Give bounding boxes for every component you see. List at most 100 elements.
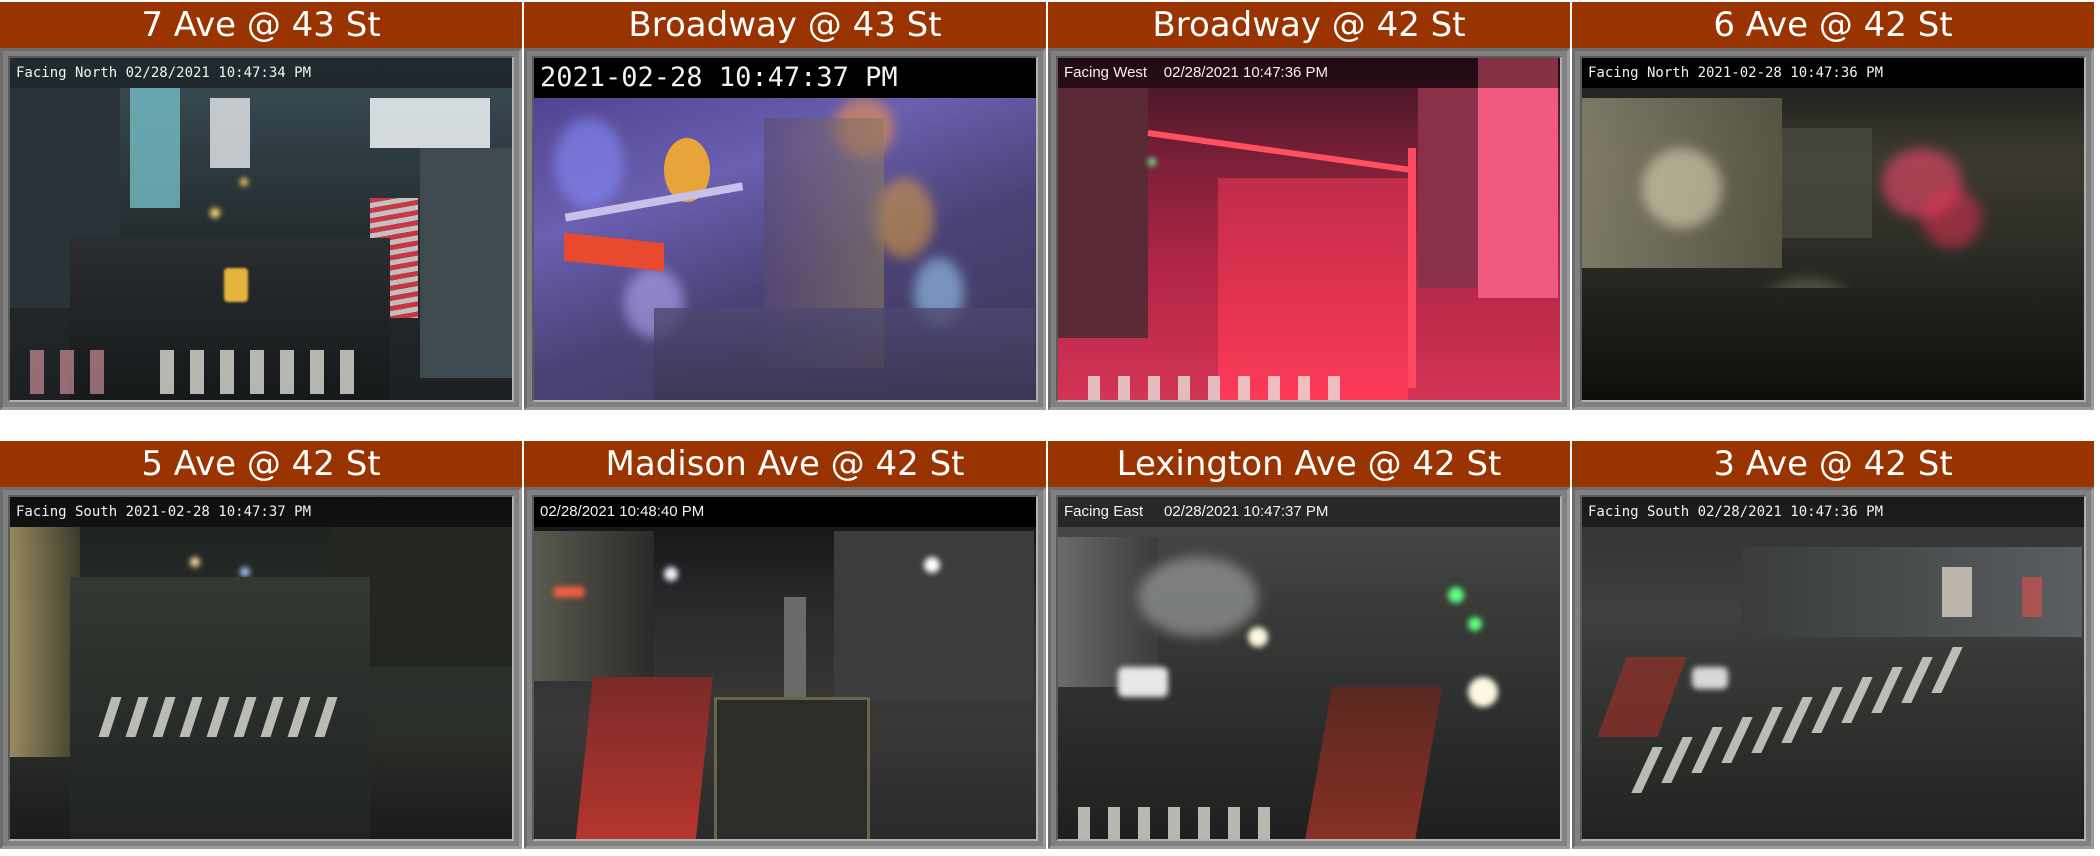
crosswalk-stripe — [160, 350, 174, 394]
camera-timestamp: 2021-02-28 10:47:37 PM — [534, 58, 1036, 98]
crosswalk-stripe — [1138, 807, 1150, 839]
camera-feed[interactable]: Facing South 02/28/2021 10:47:36 PM — [1580, 495, 2086, 841]
camera-feed[interactable]: Facing West 02/28/2021 10:47:36 PM — [1056, 56, 1562, 402]
billboard — [370, 98, 490, 148]
crosswalk-stripe — [60, 350, 74, 394]
camera-title: Broadway @ 42 St — [1048, 2, 1570, 48]
camera-frame: Facing South 2021-02-28 10:47:37 PM — [0, 487, 522, 849]
window-display — [1942, 567, 1972, 617]
road — [654, 308, 1034, 400]
headlight — [1468, 677, 1498, 707]
crosswalk-stripe — [310, 350, 324, 394]
crosswalk-stripe — [1198, 807, 1210, 839]
camera-feed[interactable]: 2021-02-28 10:47:37 PM — [532, 56, 1038, 402]
camera-feed[interactable]: Facing North 2021-02-28 10:47:36 PM — [1580, 56, 2086, 402]
vehicle — [1692, 667, 1728, 689]
camera-timestamp: Facing South 2021-02-28 10:47:37 PM — [10, 497, 512, 527]
crosswalk-stripe — [220, 350, 234, 394]
crosswalk-stripe — [280, 350, 294, 394]
crosswalk-stripe — [1168, 807, 1180, 839]
camera-frame: Facing North 02/28/2021 10:47:34 PM — [0, 48, 522, 410]
camera-image — [534, 497, 1036, 839]
raindrop — [1138, 557, 1258, 637]
bus-lane — [1303, 687, 1443, 839]
crosswalk-stripe — [1298, 376, 1310, 400]
camera-image — [10, 58, 512, 400]
crosswalk-stripe — [1228, 807, 1240, 839]
crosswalk-stripe — [1258, 807, 1270, 839]
building — [534, 531, 654, 681]
camera-timestamp: 02/28/2021 10:48:40 PM — [534, 497, 1036, 527]
camera-title: 5 Ave @ 42 St — [0, 441, 522, 487]
camera-frame: Facing East 02/28/2021 10:47:37 PM — [1048, 487, 1570, 849]
billboard — [210, 98, 250, 168]
bus-lane — [1218, 178, 1408, 400]
building — [1058, 88, 1148, 338]
subway-entrance — [714, 697, 870, 839]
light — [1468, 617, 1482, 631]
crosswalk-stripe — [1268, 376, 1280, 400]
camera-frame: 02/28/2021 10:48:40 PM — [524, 487, 1046, 849]
camera-image — [1582, 497, 2084, 839]
camera-timestamp: Facing North 02/28/2021 10:47:34 PM — [10, 58, 512, 88]
camera-feed[interactable]: Facing East 02/28/2021 10:47:37 PM — [1056, 495, 1562, 841]
camera-timestamp: Facing North 2021-02-28 10:47:36 PM — [1582, 58, 2084, 88]
camera-title: 3 Ave @ 42 St — [1572, 441, 2094, 487]
light — [190, 557, 200, 567]
camera-feed[interactable]: Facing North 02/28/2021 10:47:34 PM — [8, 56, 514, 402]
light — [664, 567, 678, 581]
billboard — [130, 88, 180, 208]
camera-title: Madison Ave @ 42 St — [524, 441, 1046, 487]
light — [924, 557, 940, 573]
camera-image — [10, 497, 512, 839]
crosswalk-stripe — [340, 350, 354, 394]
crosswalk-stripe — [1328, 376, 1340, 400]
camera-frame: 2021-02-28 10:47:37 PM — [524, 48, 1046, 410]
crosswalk-stripe — [30, 350, 44, 394]
vehicle — [1118, 667, 1168, 697]
camera-image — [534, 58, 1036, 400]
camera-image — [1058, 497, 1560, 839]
building — [420, 148, 512, 378]
road — [1582, 288, 2082, 400]
crosswalk-stripe — [1148, 376, 1160, 400]
crosswalk-stripe — [1088, 376, 1100, 400]
camera-timestamp: Facing East 02/28/2021 10:47:37 PM — [1058, 497, 1560, 527]
awning — [564, 232, 664, 272]
camera-image — [1582, 58, 2084, 400]
crosswalk-stripe — [250, 350, 264, 394]
signal-pole — [1408, 148, 1416, 388]
building — [1478, 58, 1558, 298]
camera-frame: Facing West 02/28/2021 10:47:36 PM — [1048, 48, 1570, 410]
raindrop — [554, 118, 624, 208]
building — [1418, 88, 1478, 288]
crosswalk-stripe — [1238, 376, 1250, 400]
camera-feed[interactable]: Facing South 2021-02-28 10:47:37 PM — [8, 495, 514, 841]
camera-grid: 7 Ave @ 43 St Facing North 02/28/2021 10… — [0, 0, 2100, 856]
camera-timestamp: Facing South 02/28/2021 10:47:36 PM — [1582, 497, 2084, 527]
raindrop — [1922, 188, 1982, 248]
window-display — [2022, 577, 2042, 617]
camera-frame: Facing South 02/28/2021 10:47:36 PM — [1572, 487, 2094, 849]
light — [1448, 587, 1464, 603]
camera-image — [1058, 58, 1560, 400]
light — [554, 587, 584, 597]
camera-title: 6 Ave @ 42 St — [1572, 2, 2094, 48]
crosswalk-stripe — [190, 350, 204, 394]
camera-title: Broadway @ 43 St — [524, 2, 1046, 48]
crosswalk-stripe — [1078, 807, 1090, 839]
light — [240, 178, 248, 186]
camera-title: Lexington Ave @ 42 St — [1048, 441, 1570, 487]
crosswalk-stripe — [1208, 376, 1220, 400]
traffic-light — [1148, 158, 1156, 166]
traffic-signal-arm — [1147, 130, 1416, 174]
taxi — [224, 268, 248, 302]
crosswalk-stripe — [1178, 376, 1190, 400]
camera-feed[interactable]: 02/28/2021 10:48:40 PM — [532, 495, 1038, 841]
building — [1782, 128, 1872, 238]
crosswalk-stripe — [1108, 807, 1120, 839]
bus-lane — [575, 677, 713, 839]
light — [240, 567, 250, 577]
camera-frame: Facing North 2021-02-28 10:47:36 PM — [1572, 48, 2094, 410]
camera-title: 7 Ave @ 43 St — [0, 2, 522, 48]
